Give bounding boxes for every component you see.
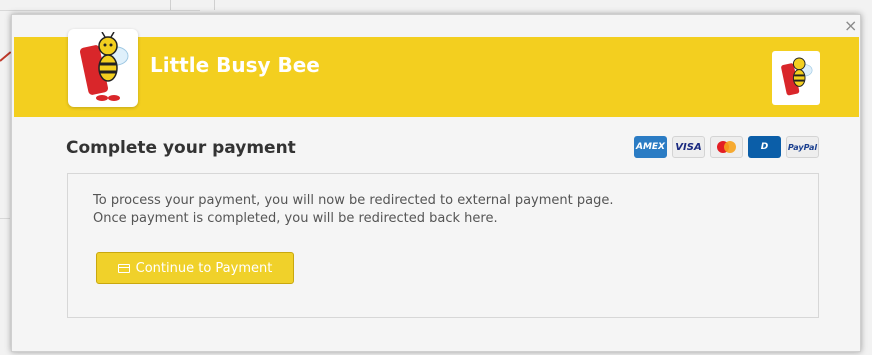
close-button[interactable]: × (844, 18, 857, 34)
bee-mascot-icon (79, 32, 129, 101)
background-divider (170, 0, 171, 10)
continue-to-payment-button[interactable]: Continue to Payment (96, 252, 294, 284)
continue-to-payment-label: Continue to Payment (135, 260, 273, 276)
amex-card-icon: AMEX (634, 136, 667, 158)
brand-name: Little Busy Bee (150, 53, 320, 77)
background-arrow-icon (0, 51, 12, 62)
redirect-message: To process your payment, you will now be… (93, 192, 613, 228)
background-divider (0, 10, 200, 11)
redirect-panel: To process your payment, you will now be… (67, 173, 819, 318)
mastercard-card-icon (710, 136, 743, 158)
diners-card-icon: D (748, 136, 781, 158)
redirect-message-line: To process your payment, you will now be… (93, 193, 614, 208)
paypal-card-icon: PayPal (786, 136, 819, 158)
bee-logo (68, 29, 138, 107)
background-divider (0, 218, 10, 219)
visa-card-icon: VISA (672, 136, 705, 158)
bee-logo-small (772, 51, 820, 105)
background-divider (214, 0, 215, 10)
mastercard-orange-circle (724, 141, 736, 153)
page-title: Complete your payment (66, 138, 296, 158)
modal-header: Little Busy Bee (14, 29, 859, 117)
redirect-message-line: Once payment is completed, you will be r… (93, 211, 498, 226)
payment-modal: × Little Busy Bee Complete your payment … (11, 14, 861, 352)
payment-methods: AMEX VISA D PayPal (634, 136, 819, 158)
bee-mascot-icon (781, 57, 813, 96)
credit-card-icon (117, 263, 130, 273)
